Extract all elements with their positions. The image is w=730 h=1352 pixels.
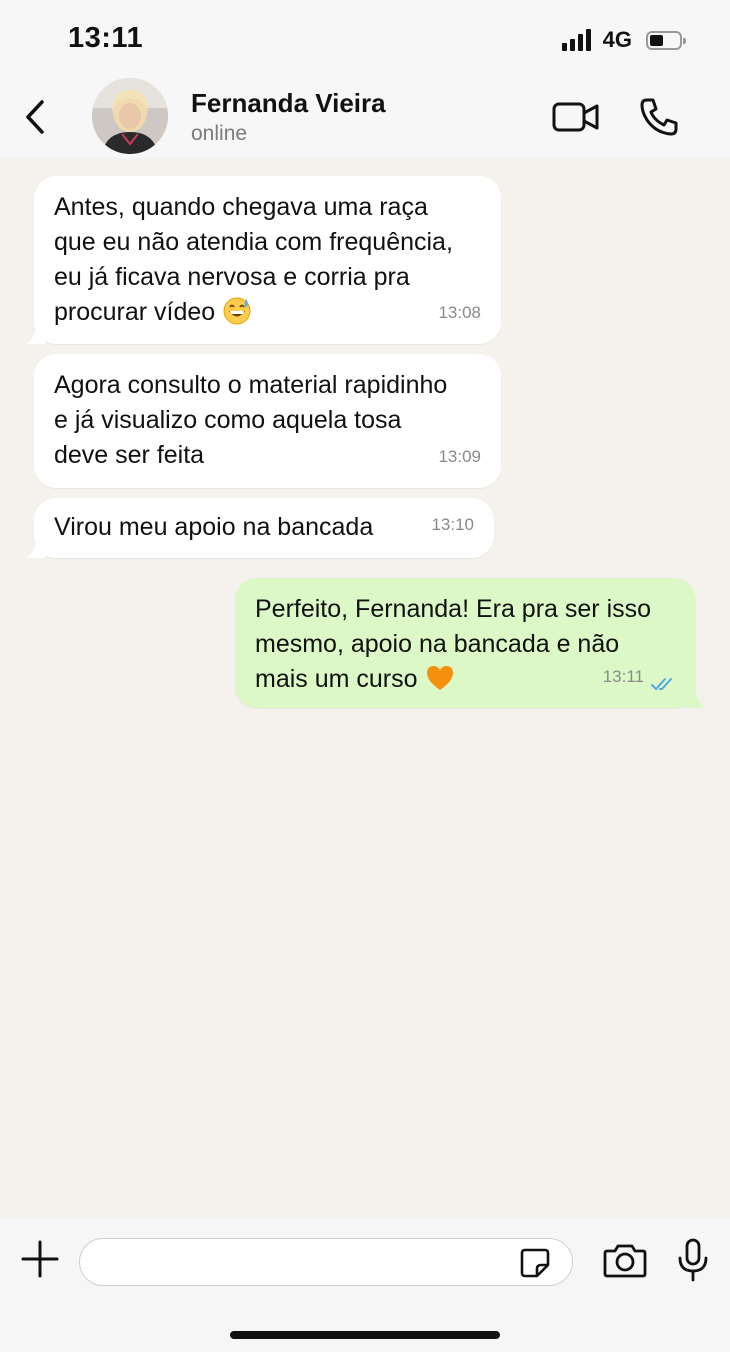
network-type: 4G: [602, 27, 632, 52]
chat-area: Antes, quando chegava uma raça que eu nã…: [0, 158, 730, 1218]
read-double-check-icon: [651, 678, 672, 691]
microphone-icon[interactable]: [676, 1238, 710, 1282]
orange-heart-icon: [426, 666, 453, 690]
status-bar: 13:11 4G: [0, 0, 730, 76]
message-text: Virou meu apoio na bancada: [54, 513, 374, 541]
input-bar: [0, 1218, 730, 1352]
bubble-tail: [26, 324, 46, 344]
status-time: 13:11: [68, 22, 144, 54]
message-text: Antes, quando chegava uma raça que eu nã…: [54, 193, 453, 326]
contact-name[interactable]: Fernanda Vieira: [191, 88, 386, 119]
plus-icon[interactable]: [20, 1239, 60, 1279]
message-input[interactable]: [79, 1238, 573, 1286]
home-indicator: [230, 1331, 500, 1339]
message-time: 13:11: [602, 667, 644, 686]
video-camera-icon[interactable]: [552, 100, 600, 134]
bubble-tail: [686, 688, 706, 708]
contact-status: online: [191, 122, 248, 145]
message-time: 13:09: [438, 447, 481, 466]
bubble-tail: [26, 538, 46, 558]
message-text: Agora consulto o material rapidinho e já…: [54, 371, 448, 469]
avatar[interactable]: [92, 78, 168, 154]
chevron-left-icon[interactable]: [20, 96, 52, 138]
message-time: 13:08: [438, 303, 481, 322]
chat-header: Fernanda Vieira online: [0, 76, 730, 158]
message-bubble-outgoing[interactable]: Perfeito, Fernanda! Era pra ser isso mes…: [235, 578, 706, 708]
phone-icon[interactable]: [638, 96, 680, 138]
message-bubble-incoming[interactable]: Agora consulto o material rapidinho e já…: [34, 354, 501, 488]
status-indicators: 4G: [561, 26, 686, 54]
message-bubble-incoming[interactable]: Antes, quando chegava uma raça que eu nã…: [26, 176, 501, 344]
sticker-icon[interactable]: [519, 1247, 551, 1279]
battery-icon: [646, 30, 686, 50]
grinning-sweat-face-icon: [223, 297, 251, 325]
camera-icon[interactable]: [603, 1242, 647, 1278]
signal-icon: [561, 29, 591, 51]
message-bubble-incoming[interactable]: Virou meu apoio na bancada 13:10: [26, 498, 494, 558]
message-time: 13:10: [431, 515, 474, 534]
